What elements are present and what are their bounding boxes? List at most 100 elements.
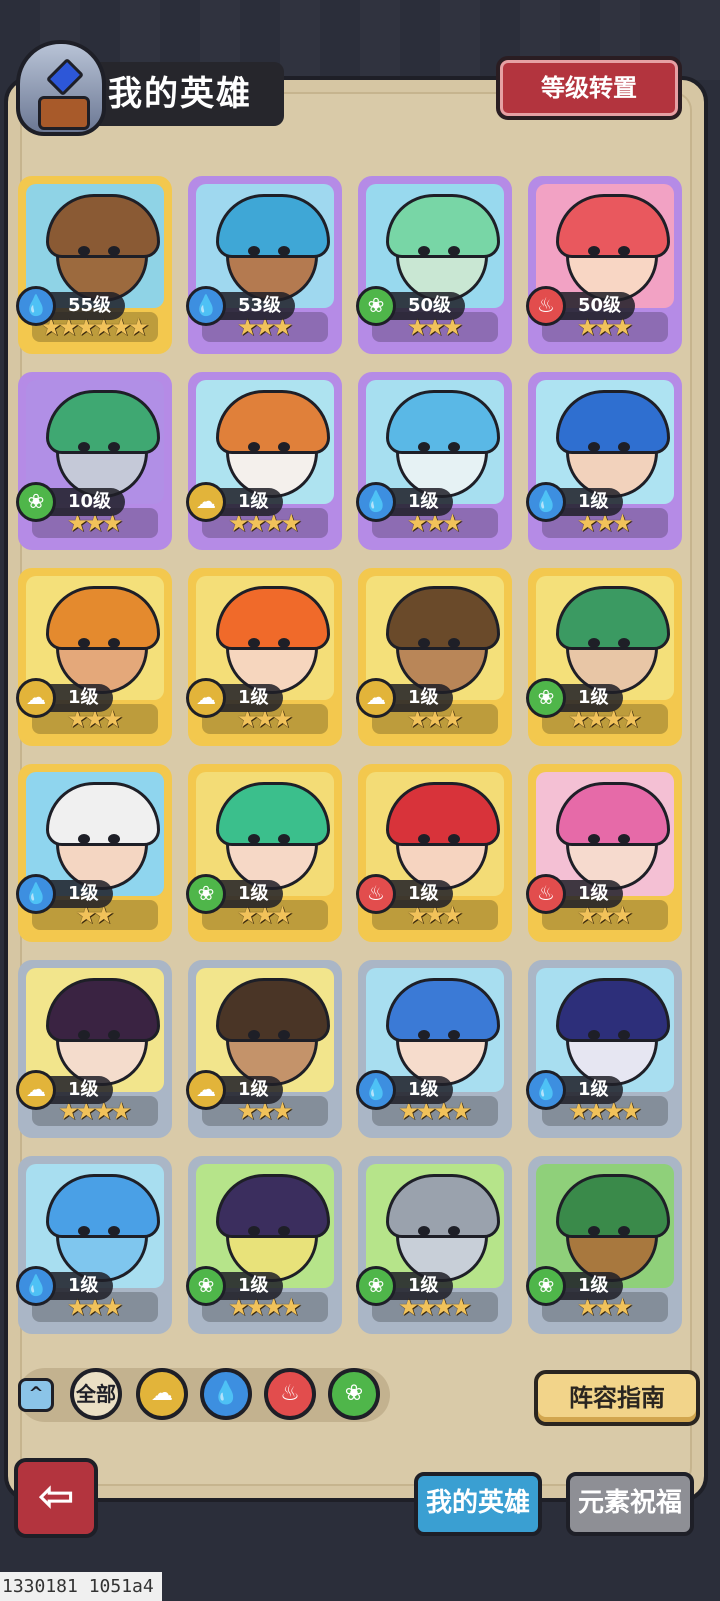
wood-element-icon: ❀ — [344, 1381, 364, 1406]
hero-eye — [418, 834, 430, 844]
hero-card[interactable]: ★★★ ❀ 50级 — [356, 176, 512, 354]
hero-eye — [108, 442, 120, 452]
hero-card[interactable]: ★★★ ♨ 1级 — [526, 764, 682, 942]
hero-eye — [618, 834, 630, 844]
hero-card[interactable]: ★★★★ ❀ 1级 — [186, 1156, 342, 1334]
hero-card[interactable]: ★★★★★★ 💧 55级 — [16, 176, 172, 354]
hero-eye — [248, 246, 260, 256]
fire-element-icon: ♨ — [356, 874, 396, 914]
hero-card[interactable]: ★★★★ ☁ 1级 — [186, 372, 342, 550]
hero-eye — [448, 834, 460, 844]
hero-eye — [418, 1226, 430, 1236]
tab-my-heroes[interactable]: 我的英雄 — [414, 1472, 542, 1536]
hero-card[interactable]: ★★★★ 💧 1级 — [356, 960, 512, 1138]
star-icon: ★ — [620, 705, 643, 733]
earth-element-icon: ☁ — [16, 678, 56, 718]
filter-all-button[interactable]: 全部 — [70, 1368, 122, 1420]
hero-eye — [448, 1030, 460, 1040]
hero-hair — [216, 978, 330, 1042]
hero-level: 1级 — [218, 684, 283, 712]
hero-card[interactable]: ★★★ ❀ 1级 — [526, 1156, 682, 1334]
hero-level: 1级 — [48, 684, 113, 712]
hero-eye — [588, 834, 600, 844]
hero-eye — [588, 442, 600, 452]
hero-eye — [418, 442, 430, 452]
water-element-icon: 💧 — [526, 1070, 566, 1110]
hero-level: 1级 — [558, 684, 623, 712]
hero-hair — [386, 390, 500, 454]
hero-card[interactable]: ★★★★ 💧 1级 — [526, 960, 682, 1138]
star-icon: ★ — [128, 313, 150, 341]
hero-card[interactable]: ★★★ ☁ 1级 — [186, 568, 342, 746]
hero-card[interactable]: ★★★ 💧 1级 — [526, 372, 682, 550]
hero-eye — [618, 246, 630, 256]
hero-card[interactable]: ★★★ 💧 1级 — [16, 1156, 172, 1334]
star-icon: ★ — [450, 1293, 473, 1321]
hero-card[interactable]: ★★★ ♨ 1级 — [356, 764, 512, 942]
hero-level: 1级 — [388, 1272, 453, 1300]
hero-card[interactable]: ★★★ ☁ 1级 — [16, 568, 172, 746]
hero-level: 1级 — [388, 1076, 453, 1104]
hero-eye — [418, 246, 430, 256]
star-icon: ★ — [450, 1097, 473, 1125]
hero-hair — [556, 586, 670, 650]
hero-level: 53级 — [218, 292, 296, 320]
filter-water-button[interactable]: 💧 — [200, 1368, 252, 1420]
hero-eye — [108, 834, 120, 844]
hero-card[interactable]: ★★ 💧 1级 — [16, 764, 172, 942]
hero-card[interactable]: ★★★ ♨ 50级 — [526, 176, 682, 354]
level-reset-button[interactable]: 等级转置 — [496, 56, 682, 120]
hero-eye — [278, 1030, 290, 1040]
hero-eye — [108, 1226, 120, 1236]
star-icon: ★ — [280, 1293, 303, 1321]
hero-eye — [278, 246, 290, 256]
water-element-icon: 💧 — [212, 1381, 240, 1406]
hero-hair — [386, 194, 500, 258]
lineup-guide-button[interactable]: 阵容指南 — [534, 1370, 700, 1426]
water-element-icon: 💧 — [16, 1266, 56, 1306]
hero-eye — [78, 638, 90, 648]
hero-hair — [386, 1174, 500, 1238]
hero-card[interactable]: ★★★★ ☁ 1级 — [16, 960, 172, 1138]
earth-element-icon: ☁ — [186, 678, 226, 718]
filter-earth-button[interactable]: ☁ — [136, 1368, 188, 1420]
hero-card[interactable]: ★★★ 💧 1级 — [356, 372, 512, 550]
hero-eye — [448, 442, 460, 452]
fire-element-icon: ♨ — [280, 1381, 300, 1406]
filter-wood-button[interactable]: ❀ — [328, 1368, 380, 1420]
tab-element-blessing[interactable]: 元素祝福 — [566, 1472, 694, 1536]
hero-card[interactable]: ★★★ ☁ 1级 — [356, 568, 512, 746]
water-element-icon: 💧 — [356, 482, 396, 522]
hero-eye — [248, 638, 260, 648]
hero-eye — [78, 834, 90, 844]
hero-eye — [108, 638, 120, 648]
collapse-filter-button[interactable]: ^ — [18, 1378, 54, 1412]
hero-eye — [78, 442, 90, 452]
back-button[interactable]: ⇦ — [14, 1458, 98, 1538]
water-element-icon: 💧 — [16, 874, 56, 914]
hero-card[interactable]: ★★★ 💧 53级 — [186, 176, 342, 354]
hero-eye — [248, 442, 260, 452]
hero-eye — [618, 442, 630, 452]
hero-card[interactable]: ★★★ ❀ 1级 — [186, 764, 342, 942]
hero-level: 1级 — [388, 880, 453, 908]
hero-eye — [618, 1226, 630, 1236]
hero-hair — [216, 1174, 330, 1238]
hero-eye — [448, 638, 460, 648]
hero-card[interactable]: ★★★ ❀ 10级 — [16, 372, 172, 550]
filter-fire-button[interactable]: ♨ — [264, 1368, 316, 1420]
hero-card[interactable]: ★★★ ☁ 1级 — [186, 960, 342, 1138]
hero-level: 50级 — [388, 292, 466, 320]
helmet-gem — [45, 57, 85, 97]
hero-card[interactable]: ★★★★ ❀ 1级 — [526, 568, 682, 746]
hero-hair — [216, 586, 330, 650]
wood-element-icon: ❀ — [356, 286, 396, 326]
build-id-text: 1330181 1051a4 — [0, 1572, 162, 1601]
hero-level: 1级 — [388, 684, 453, 712]
hero-level: 1级 — [218, 880, 283, 908]
hero-eye — [588, 1226, 600, 1236]
hero-hair — [46, 194, 160, 258]
hero-card[interactable]: ★★★★ ❀ 1级 — [356, 1156, 512, 1334]
hero-hair — [556, 978, 670, 1042]
hero-eye — [278, 442, 290, 452]
